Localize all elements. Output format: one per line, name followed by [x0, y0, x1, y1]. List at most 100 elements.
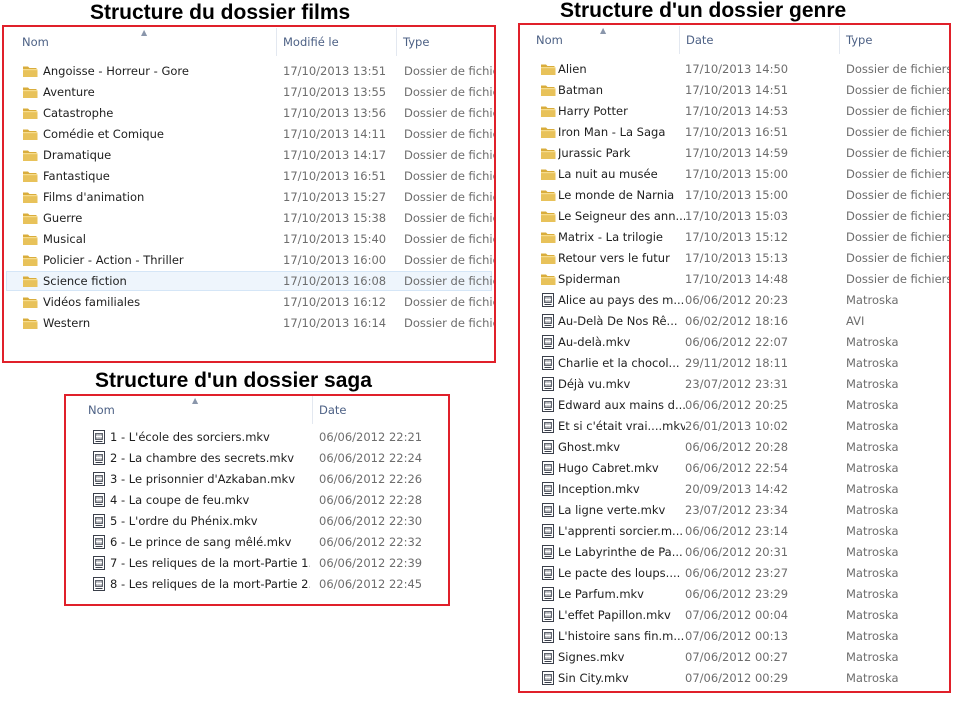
- file-row[interactable]: 3 - Le prisonnier d'Azkaban.mkv 06/06/201…: [68, 469, 446, 489]
- folder-row[interactable]: Western 17/10/2013 16:14 Dossier de fichie…: [6, 313, 494, 333]
- folder-row[interactable]: Fantastique 17/10/2013 16:51 Dossier de fi…: [6, 166, 494, 186]
- item-type: Dossier de fichiers: [846, 230, 951, 244]
- video-file-icon: [540, 461, 556, 475]
- video-file-icon: [540, 671, 556, 685]
- folder-row[interactable]: Iron Man - La Saga 17/10/2013 16:51 Dossie…: [522, 122, 949, 142]
- column-type[interactable]: Type: [396, 28, 494, 56]
- file-row[interactable]: Le Labyrinthe de Pa... 06/06/2012 20:31 Ma…: [522, 542, 947, 562]
- folder-row[interactable]: Alien 17/10/2013 14:50 Dossier de fichiers: [522, 59, 949, 79]
- file-row[interactable]: Déjà vu.mkv 23/07/2012 23:31 Matroska: [522, 374, 947, 394]
- folder-row[interactable]: Guerre 17/10/2013 15:38 Dossier de fichier…: [6, 208, 494, 228]
- file-row[interactable]: Le Parfum.mkv 06/06/2012 23:29 Matroska: [522, 584, 947, 604]
- item-name: Déjà vu.mkv: [558, 377, 631, 391]
- column-name[interactable]: Nom: [16, 28, 276, 56]
- column-header: ▲ Nom Date Type: [520, 26, 949, 54]
- item-name: Catastrophe: [43, 106, 114, 120]
- folder-row[interactable]: Comédie et Comique 17/10/2013 14:11 Dossie…: [6, 124, 494, 144]
- folder-row[interactable]: Musical 17/10/2013 15:40 Dossier de fichie…: [6, 229, 494, 249]
- file-row[interactable]: Hugo Cabret.mkv 06/06/2012 22:54 Matroska: [522, 458, 947, 478]
- file-row[interactable]: Signes.mkv 07/06/2012 00:27 Matroska: [522, 647, 947, 667]
- video-file-icon: [540, 524, 556, 538]
- file-row[interactable]: 1 - L'école des sorciers.mkv 06/06/2012 2…: [68, 427, 446, 447]
- item-name: Dramatique: [43, 148, 112, 162]
- file-row[interactable]: Edward aux mains d... 06/06/2012 20:25 Mat…: [522, 395, 947, 415]
- folder-row[interactable]: Dramatique 17/10/2013 14:17 Dossier de fic…: [6, 145, 494, 165]
- item-date: 17/10/2013 15:00: [685, 188, 789, 202]
- folder-icon: [22, 211, 38, 225]
- file-row[interactable]: 4 - La coupe de feu.mkv 06/06/2012 22:28: [68, 490, 446, 510]
- column-date[interactable]: Date: [679, 26, 839, 54]
- item-date: 23/07/2012 23:31: [685, 377, 789, 391]
- item-type: Matroska: [846, 671, 899, 685]
- item-name: La ligne verte.mkv: [558, 503, 666, 517]
- item-date: 17/10/2013 14:51: [685, 83, 789, 97]
- folder-icon: [22, 274, 38, 288]
- folder-row[interactable]: Jurassic Park 17/10/2013 14:59 Dossier de …: [522, 143, 949, 163]
- column-name[interactable]: Nom: [82, 396, 312, 424]
- video-file-icon: [540, 608, 556, 622]
- item-name: 8 - Les reliques de la mort-Partie 2....: [110, 577, 310, 591]
- folder-icon: [540, 104, 556, 118]
- item-name: Au-Delà De Nos Rê...: [558, 314, 678, 328]
- file-row[interactable]: Ghost.mkv 06/06/2012 20:28 Matroska: [522, 437, 947, 457]
- folder-icon: [22, 253, 38, 267]
- file-row[interactable]: 6 - Le prince de sang mêlé.mkv 06/06/2012…: [68, 532, 446, 552]
- folder-row[interactable]: Le monde de Narnia 17/10/2013 15:00 Dossie…: [522, 185, 949, 205]
- item-name: Comédie et Comique: [43, 127, 164, 141]
- file-row[interactable]: 2 - La chambre des secrets.mkv 06/06/2012…: [68, 448, 446, 468]
- file-row[interactable]: 7 - Les reliques de la mort-Partie 1....…: [68, 553, 446, 573]
- folder-row[interactable]: Films d'animation 17/10/2013 15:27 Dossier…: [6, 187, 494, 207]
- column-type[interactable]: Type: [839, 26, 949, 54]
- item-type: Matroska: [846, 461, 899, 475]
- genre-caption: Structure d'un dossier genre: [560, 0, 847, 22]
- folder-row[interactable]: Matrix - La trilogie 17/10/2013 15:12 Doss…: [522, 227, 949, 247]
- folder-row[interactable]: Policier - Action - Thriller 17/10/2013 1…: [6, 250, 494, 270]
- item-name: Guerre: [43, 211, 83, 225]
- folder-row[interactable]: Vidéos familiales 17/10/2013 16:12 Dossier…: [6, 292, 494, 312]
- file-row[interactable]: Sin City.mkv 07/06/2012 00:29 Matroska: [522, 668, 947, 688]
- item-type: Dossier de fichiers: [404, 148, 494, 162]
- item-name: Signes.mkv: [558, 650, 625, 664]
- column-date[interactable]: Date: [312, 396, 448, 424]
- file-row[interactable]: Au-delà.mkv 06/06/2012 22:07 Matroska: [522, 332, 947, 352]
- file-row[interactable]: Inception.mkv 20/09/2013 14:42 Matroska: [522, 479, 947, 499]
- folder-row[interactable]: Batman 17/10/2013 14:51 Dossier de fichier…: [522, 80, 949, 100]
- folder-row[interactable]: Aventure 17/10/2013 13:55 Dossier de fichi…: [6, 82, 494, 102]
- item-name: Vidéos familiales: [43, 295, 141, 309]
- video-file-icon: [91, 514, 107, 528]
- item-type: Matroska: [846, 335, 899, 349]
- file-row[interactable]: L'histoire sans fin.m... 07/06/2012 00:13…: [522, 626, 947, 646]
- column-name[interactable]: Nom: [530, 26, 679, 54]
- folder-row[interactable]: Science fiction 17/10/2013 16:08 Dossier d…: [6, 271, 494, 291]
- file-row[interactable]: La ligne verte.mkv 23/07/2012 23:34 Matros…: [522, 500, 947, 520]
- file-row[interactable]: L'effet Papillon.mkv 07/06/2012 00:04 Matr…: [522, 605, 947, 625]
- folder-row[interactable]: Le Seigneur des ann... 17/10/2013 15:03 Do…: [522, 206, 949, 226]
- folder-icon: [540, 272, 556, 286]
- file-row[interactable]: 5 - L'ordre du Phénix.mkv 06/06/2012 22:3…: [68, 511, 446, 531]
- file-row[interactable]: Au-Delà De Nos Rê... 06/02/2012 18:16 AVI: [522, 311, 947, 331]
- folder-row[interactable]: Harry Potter 17/10/2013 14:53 Dossier de f…: [522, 101, 949, 121]
- item-type: Matroska: [846, 356, 899, 370]
- folder-row[interactable]: La nuit au musée 17/10/2013 15:00 Dossier …: [522, 164, 949, 184]
- file-row[interactable]: L'apprenti sorcier.m... 06/06/2012 23:14 M…: [522, 521, 947, 541]
- file-row[interactable]: 8 - Les reliques de la mort-Partie 2....…: [68, 574, 446, 594]
- folder-row[interactable]: Retour vers le futur 17/10/2013 15:13 Doss…: [522, 248, 949, 268]
- saga-caption: Structure d'un dossier saga: [95, 369, 372, 392]
- item-date: 06/06/2012 23:27: [685, 566, 789, 580]
- file-row[interactable]: Le pacte des loups.... 06/06/2012 23:27 Ma…: [522, 563, 947, 583]
- folder-row[interactable]: Spiderman 17/10/2013 14:48 Dossier de fich…: [522, 269, 949, 289]
- column-modified[interactable]: Modifié le: [276, 28, 396, 56]
- file-row[interactable]: Alice au pays des m... 06/06/2012 20:23 Ma…: [522, 290, 947, 310]
- item-date: 07/06/2012 00:27: [685, 650, 789, 664]
- item-date: 17/10/2013 16:00: [283, 253, 387, 267]
- item-date: 17/10/2013 16:08: [283, 274, 387, 288]
- item-type: Matroska: [846, 587, 899, 601]
- folder-row[interactable]: Catastrophe 17/10/2013 13:56 Dossier de fi…: [6, 103, 494, 123]
- item-type: Dossier de fichiers: [846, 125, 951, 139]
- file-row[interactable]: Charlie et la chocol... 29/11/2012 18:11 M…: [522, 353, 947, 373]
- folder-row[interactable]: Angoisse - Horreur - Gore 17/10/2013 13:5…: [6, 61, 494, 81]
- item-date: 06/02/2012 18:16: [685, 314, 789, 328]
- item-type: Matroska: [846, 545, 899, 559]
- item-name: Au-delà.mkv: [558, 335, 631, 349]
- file-row[interactable]: Et si c'était vrai....mkv 26/01/2013 10:0…: [522, 416, 947, 436]
